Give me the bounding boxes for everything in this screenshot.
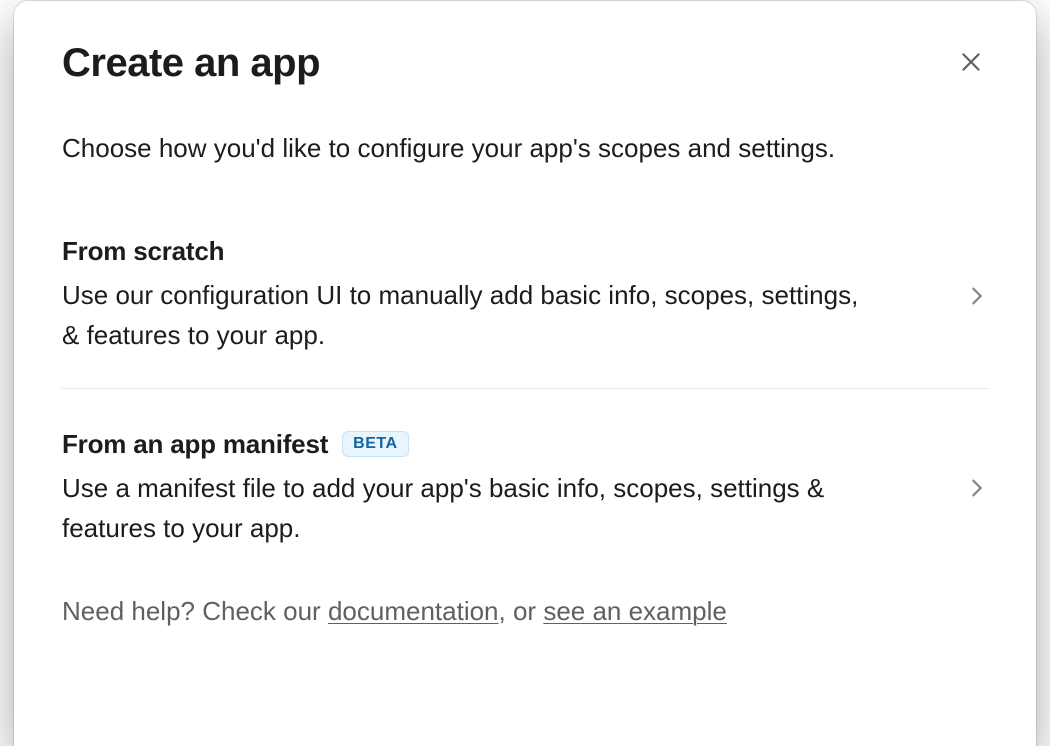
close-icon — [958, 49, 984, 75]
create-app-modal: Create an app Choose how you'd like to c… — [14, 1, 1036, 746]
option-content: From an app manifest BETA Use a manifest… — [62, 429, 942, 549]
modal-header: Create an app — [62, 39, 988, 87]
help-middle: , or — [499, 596, 544, 626]
modal-title: Create an app — [62, 39, 320, 87]
option-list: From scratch Use our configuration UI to… — [62, 236, 988, 631]
option-content: From scratch Use our configuration UI to… — [62, 236, 942, 356]
option-title: From an app manifest — [62, 429, 328, 460]
see-example-link[interactable]: see an example — [543, 596, 727, 626]
option-title-row: From scratch — [62, 236, 942, 267]
option-description: Use a manifest file to add your app's ba… — [62, 468, 862, 549]
help-prefix: Need help? Check our — [62, 596, 328, 626]
close-button[interactable] — [954, 45, 988, 79]
option-from-scratch[interactable]: From scratch Use our configuration UI to… — [62, 236, 988, 389]
option-description: Use our configuration UI to manually add… — [62, 275, 862, 356]
chevron-right-icon — [966, 477, 988, 499]
help-text: Need help? Check our documentation, or s… — [62, 592, 988, 631]
beta-badge: BETA — [342, 431, 408, 457]
modal-subtitle: Choose how you'd like to configure your … — [62, 129, 988, 168]
documentation-link[interactable]: documentation — [328, 596, 499, 626]
option-title: From scratch — [62, 236, 224, 267]
chevron-right-icon — [966, 285, 988, 307]
option-from-manifest[interactable]: From an app manifest BETA Use a manifest… — [62, 429, 988, 581]
option-title-row: From an app manifest BETA — [62, 429, 942, 460]
